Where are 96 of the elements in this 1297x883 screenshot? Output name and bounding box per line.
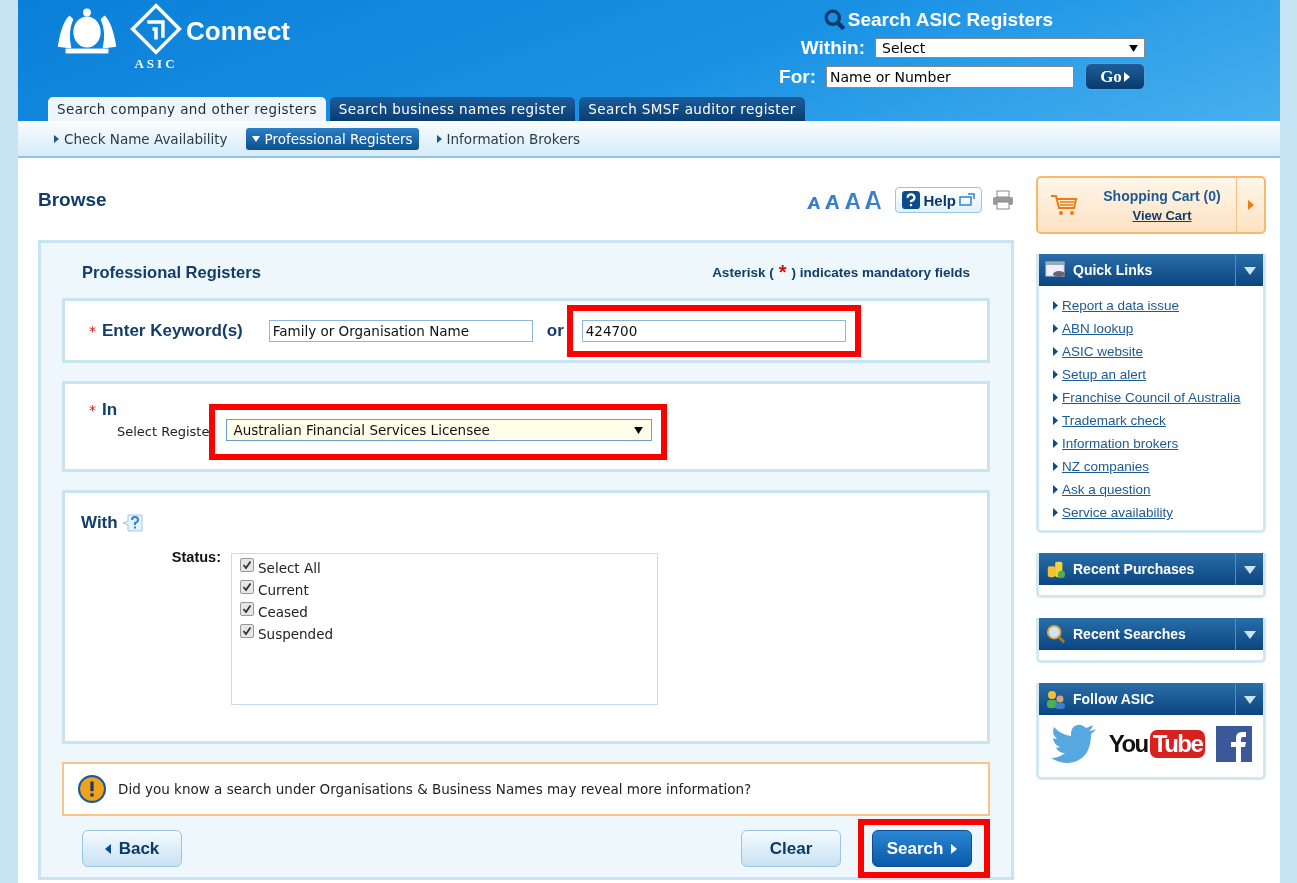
form-title: Professional Registers	[82, 263, 261, 282]
in-label: In	[102, 400, 118, 420]
bullet-icon	[1053, 324, 1058, 333]
checkbox-label: Current	[258, 582, 309, 598]
bullet-icon	[1053, 370, 1058, 379]
view-cart-link[interactable]: View Cart	[1132, 207, 1192, 223]
search-button[interactable]: Search	[872, 830, 972, 867]
bullet-icon	[1053, 416, 1058, 425]
go-button[interactable]: Go	[1085, 63, 1145, 90]
bullet-icon	[1053, 393, 1058, 402]
checkbox[interactable]	[240, 602, 254, 616]
dropdown-caret-icon	[1243, 630, 1256, 639]
facebook-icon[interactable]	[1215, 726, 1252, 762]
dropdown-caret-icon	[1243, 565, 1256, 574]
keyword-label: Enter Keyword(s)	[102, 320, 243, 341]
quick-link[interactable]: Setup an alert	[1062, 367, 1147, 382]
quick-link[interactable]: Service availability	[1062, 505, 1174, 520]
quick-link[interactable]: Trademark check	[1062, 413, 1166, 428]
quick-link[interactable]: ABN lookup	[1062, 321, 1134, 336]
bullet-icon	[1053, 508, 1058, 517]
help-button[interactable]: Help	[895, 187, 982, 213]
quick-link[interactable]: Ask a question	[1062, 482, 1151, 497]
asterisk-icon: *	[778, 261, 787, 284]
checkbox[interactable]	[240, 580, 254, 594]
dropdown-caret-icon	[1243, 266, 1256, 275]
search-title: Search ASIC Registers	[847, 9, 1053, 31]
caret-icon	[251, 135, 260, 142]
search-icon	[823, 9, 846, 31]
help-icon[interactable]	[121, 513, 144, 533]
register-tab[interactable]: Search SMSF auditor register	[579, 97, 805, 121]
or-label: or	[546, 320, 564, 341]
panel-title: Recent Searches	[1073, 626, 1187, 642]
checkbox[interactable]	[240, 558, 254, 572]
cart-icon	[1050, 194, 1078, 216]
links-icon	[1045, 260, 1067, 280]
panel-title: Recent Purchases	[1073, 561, 1196, 577]
cart-title: Shopping Cart (0)	[1103, 187, 1221, 204]
number-field[interactable]: 424700	[581, 319, 846, 342]
clear-button[interactable]: Clear	[741, 830, 841, 867]
quick-link[interactable]: Report a data issue	[1062, 298, 1180, 313]
within-label: Within:	[799, 37, 865, 59]
arrow-icon	[104, 843, 111, 854]
coins-icon	[1045, 559, 1067, 579]
quick-link[interactable]: ASIC website	[1062, 344, 1144, 359]
dropdown-caret-icon	[634, 426, 644, 434]
people-icon	[1045, 689, 1067, 709]
subnav-item[interactable]: Check Name Availability	[48, 127, 234, 150]
popup-window-icon	[959, 193, 975, 207]
bullet-icon	[1053, 485, 1058, 494]
mandatory-note: ) indicates mandatory fields	[791, 265, 970, 280]
dropdown-caret-icon	[1129, 44, 1138, 52]
mandatory-note: Asterisk (	[712, 265, 774, 280]
register-select[interactable]: Australian Financial Services Licensee	[226, 419, 653, 441]
back-button[interactable]: Back	[82, 830, 182, 867]
name-field[interactable]: Family or Organisation Name	[268, 319, 533, 342]
quick-link[interactable]: Franchise Council of Australia	[1062, 390, 1241, 405]
bullet-icon	[1053, 301, 1058, 310]
exclamation-icon	[78, 775, 106, 803]
panel-title: Follow ASIC	[1073, 691, 1156, 707]
print-icon[interactable]	[992, 190, 1014, 210]
subnav-item[interactable]: Professional Registers	[245, 127, 419, 150]
select-register-label: Select Registe	[117, 424, 210, 439]
search-field[interactable]: Name or Number	[826, 65, 1074, 88]
asterisk-icon: *	[89, 402, 96, 418]
subnav-item[interactable]: Information Brokers	[430, 127, 587, 150]
asterisk-icon: *	[89, 322, 96, 339]
question-icon	[902, 191, 921, 209]
status-label: Status:	[170, 549, 221, 565]
caret-icon	[54, 134, 59, 143]
brand-name: Connect	[186, 16, 290, 47]
register-tab[interactable]: Search company and other registers	[48, 97, 326, 121]
caret-icon	[436, 134, 442, 143]
arrow-icon	[1123, 71, 1130, 82]
checkbox-label: Ceased	[258, 604, 308, 620]
bullet-icon	[1053, 439, 1058, 448]
arrow-icon	[951, 843, 958, 854]
search-icon	[1045, 624, 1067, 644]
diamond-logo-icon	[130, 2, 182, 56]
brand-subtitle: ASIC	[134, 56, 178, 72]
page-title: Browse	[38, 189, 107, 211]
dropdown-caret-icon	[1243, 695, 1256, 704]
checkbox[interactable]	[240, 624, 254, 638]
within-select[interactable]: Select	[875, 38, 1145, 58]
for-label: For:	[778, 65, 816, 88]
info-text: Did you know a search under Organisations & Business Names may reveal more information?	[118, 781, 752, 797]
bird-icon[interactable]	[1050, 724, 1099, 764]
arrow-icon	[1247, 199, 1254, 210]
bullet-icon	[1053, 347, 1058, 356]
quick-link[interactable]: Information brokers	[1062, 436, 1179, 451]
register-tab[interactable]: Search business names register	[329, 97, 576, 121]
panel-title: Quick Links	[1073, 262, 1154, 278]
checkbox-label: Select All	[258, 560, 321, 576]
quick-link[interactable]: NZ companies	[1062, 459, 1150, 474]
with-label: With	[81, 513, 118, 533]
bullet-icon	[1053, 462, 1058, 471]
checkbox-label: Suspended	[258, 626, 334, 642]
